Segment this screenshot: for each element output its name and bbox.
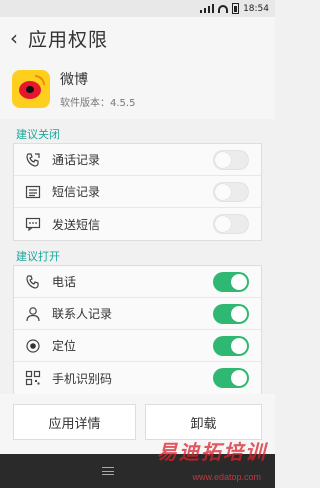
permission-row-send-sms: 发送短信 bbox=[14, 208, 261, 240]
permission-row-location: 定位 bbox=[14, 330, 261, 362]
section-label-open: 建议打开 bbox=[16, 250, 60, 263]
permission-row-phone: 电话 bbox=[14, 266, 261, 298]
permission-label: 定位 bbox=[52, 339, 77, 353]
permission-card-close: 通话记录 短信记录 发送短信 bbox=[13, 143, 262, 241]
watermark-brand: 易迪拓培训 bbox=[157, 440, 267, 464]
status-bar: 18:54 bbox=[0, 0, 275, 17]
contact-icon bbox=[24, 305, 42, 323]
send-sms-icon bbox=[24, 215, 42, 233]
section-label-close: 建议关闭 bbox=[16, 128, 60, 141]
location-icon bbox=[24, 337, 42, 355]
toggle-send-sms[interactable] bbox=[213, 214, 249, 234]
status-time: 18:54 bbox=[243, 3, 269, 14]
permission-row-contacts: 联系人记录 bbox=[14, 298, 261, 330]
back-button[interactable]: ‹ bbox=[0, 17, 28, 59]
phone-icon bbox=[24, 273, 42, 291]
permission-row-sms-log: 短信记录 bbox=[14, 176, 261, 208]
qr-icon bbox=[24, 369, 42, 387]
phone-log-icon bbox=[24, 151, 42, 169]
menu-icon[interactable] bbox=[101, 467, 114, 475]
app-version: 软件版本：4.5.5 bbox=[60, 98, 136, 109]
app-name: 微博 bbox=[60, 72, 88, 88]
toggle-sms-log[interactable] bbox=[213, 181, 249, 202]
toggle-call-log[interactable] bbox=[213, 149, 249, 170]
wifi-icon bbox=[218, 4, 229, 13]
uninstall-button[interactable]: 卸载 bbox=[145, 404, 262, 440]
battery-icon bbox=[232, 3, 240, 14]
permission-label: 电话 bbox=[52, 275, 77, 289]
permission-label: 发送短信 bbox=[52, 217, 101, 232]
weibo-logo-icon bbox=[12, 70, 50, 108]
watermark-url: www.edatop.com bbox=[192, 472, 261, 482]
permission-label: 联系人记录 bbox=[52, 307, 113, 321]
signal-icon bbox=[200, 4, 215, 13]
page-title: 应用权限 bbox=[28, 28, 109, 51]
permission-label: 短信记录 bbox=[52, 185, 101, 199]
message-list-icon bbox=[24, 183, 42, 201]
toggle-device-id[interactable] bbox=[213, 368, 249, 388]
app-info: 微博 软件版本：4.5.5 bbox=[0, 59, 275, 119]
toggle-location[interactable] bbox=[213, 335, 249, 356]
app-details-button[interactable]: 应用详情 bbox=[13, 404, 136, 440]
permission-label: 通话记录 bbox=[52, 153, 101, 167]
toggle-contacts[interactable] bbox=[213, 303, 249, 324]
permission-row-call-log: 通话记录 bbox=[14, 144, 261, 176]
permission-row-device-id: 手机识别码 bbox=[14, 362, 261, 394]
permission-label: 手机识别码 bbox=[52, 371, 113, 386]
back-icon: ‹ bbox=[10, 26, 18, 50]
toggle-phone[interactable] bbox=[213, 271, 249, 292]
permission-card-open: 电话 联系人记录 定位 手机识别码 bbox=[13, 265, 262, 395]
app-bar: ‹ 应用权限 bbox=[0, 17, 275, 59]
